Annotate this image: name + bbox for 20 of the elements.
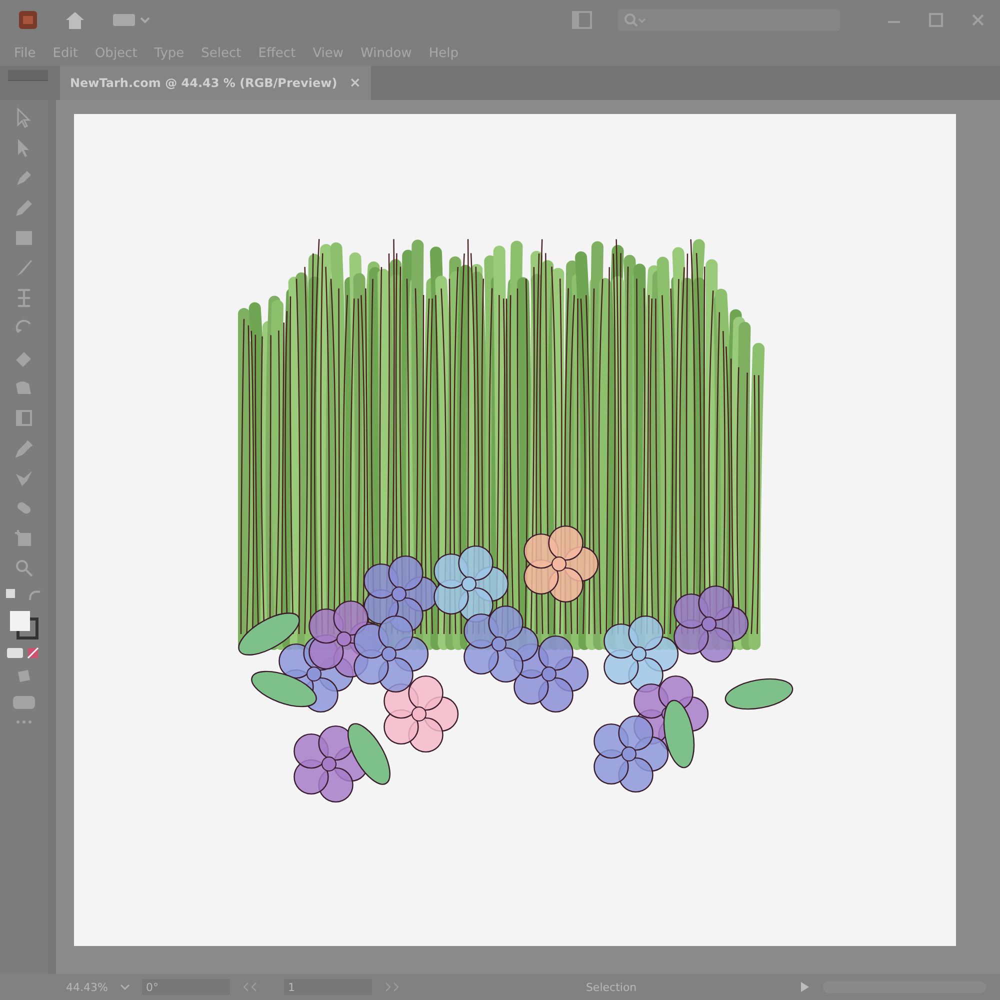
rotation-value: 0° [146,980,158,994]
document-tab[interactable]: NewTarh.com @ 44.43 % (RGB/Preview) × [60,66,371,100]
home-icon[interactable] [64,10,86,30]
workspace-layout-icon[interactable] [112,12,152,28]
close-icon[interactable] [970,12,986,28]
caret-icon[interactable] [120,983,130,991]
fill-stroke-swatch-icon[interactable] [9,610,39,640]
maximize-icon[interactable] [928,12,944,28]
rotation-dropdown[interactable]: 0° [142,979,230,995]
artboard-number: 1 [288,980,295,994]
tab-title: NewTarh.com @ 44.43 % (RGB/Preview) [70,76,338,90]
panel-layout-icon[interactable] [572,11,592,29]
panel-collapse-handle[interactable] [8,70,48,81]
close-tab-button[interactable]: × [349,75,361,91]
play-icon[interactable] [798,981,811,993]
more-tools-icon[interactable] [14,718,34,726]
search-icon [624,13,646,27]
search-field[interactable] [618,9,840,31]
app-logo-icon[interactable] [18,10,38,30]
artboard-dropdown[interactable]: 1 [284,979,372,995]
